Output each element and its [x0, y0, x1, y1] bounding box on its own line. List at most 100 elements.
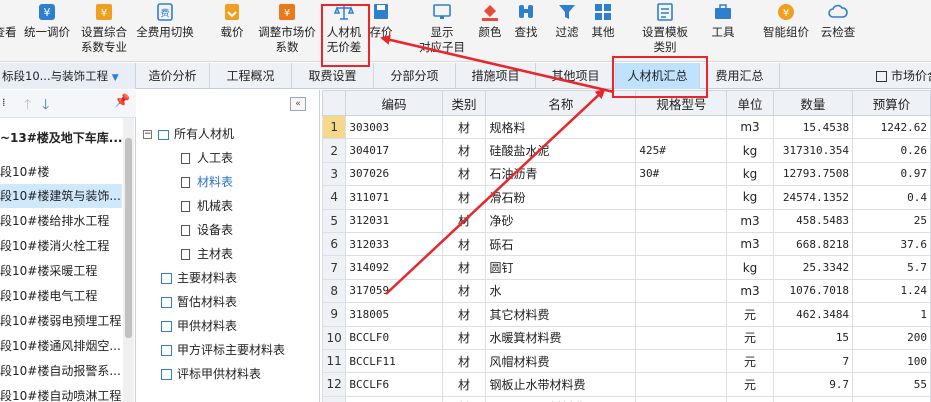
list-item[interactable]: 段10#楼 — [0, 160, 122, 184]
table-row[interactable]: 1 303003 材规格料 m3 15.4538 1242.62 — [322, 114, 931, 140]
quantity-cell[interactable]: 458.5483 — [772, 208, 854, 233]
tree-node-main-material[interactable]: 主材表 — [181, 243, 233, 265]
tab-other-items[interactable]: 其他项目 — [536, 63, 616, 89]
collapse-panel-button[interactable]: « — [290, 97, 306, 111]
quantity-cell[interactable]: 25.3342 — [772, 255, 854, 280]
tree-group-owner-supplied[interactable]: 甲供材料表 — [161, 315, 237, 337]
row-number-cell[interactable]: 7 — [322, 255, 347, 280]
find-button[interactable]: 查找 — [510, 0, 542, 60]
name-cell[interactable]: 水暖箕材料费 — [485, 325, 637, 350]
list-item[interactable]: 段10#楼自动报警系... — [0, 359, 122, 383]
spec-cell[interactable] — [635, 302, 728, 327]
row-number-cell[interactable]: 4 — [322, 185, 347, 210]
code-cell[interactable]: 318005 — [345, 302, 443, 327]
spec-cell[interactable] — [635, 185, 728, 210]
arrow-up-icon[interactable]: 🡑 — [24, 94, 31, 118]
name-cell[interactable]: 硅酸盐水泥 — [485, 138, 637, 163]
code-cell[interactable]: 317059 — [345, 278, 443, 304]
row-number-cell[interactable]: 6 — [322, 231, 347, 257]
code-cell[interactable]: 307026 — [345, 161, 443, 187]
quantity-cell[interactable]: 1 — [772, 395, 854, 402]
column-header-quantity[interactable]: 数量 — [772, 90, 854, 116]
pin-icon[interactable]: 📌 — [114, 94, 130, 109]
row-number-cell[interactable]: 12 — [322, 372, 347, 397]
name-cell[interactable]: 规格料 — [485, 114, 637, 140]
name-cell[interactable]: 风帽材料费 — [485, 348, 637, 374]
list-item[interactable]: 段10#楼电气工程 — [0, 284, 122, 308]
row-number-cell[interactable]: 3 — [322, 161, 347, 187]
table-row[interactable]: 11 BCCLF11 材风帽材料费 元 7 100 — [322, 348, 931, 374]
arrow-down-icon[interactable]: 🡓 — [42, 94, 49, 118]
name-cell[interactable]: 钢板止水带材料费 — [485, 372, 637, 397]
unit-cell[interactable]: kg — [726, 255, 774, 280]
list-item[interactable]: 段10#楼自动喷淋工程 — [0, 384, 122, 402]
unit-cell[interactable]: 元 — [726, 325, 774, 350]
table-row[interactable]: 3 307026 材石油沥青 30# kg 12793.7508 0.97 — [322, 161, 931, 187]
quantity-cell[interactable]: 317310.354 — [772, 138, 854, 163]
quantity-cell[interactable]: 15.4538 — [772, 114, 854, 140]
set-coefficient-button[interactable]: ¥ 设置综合 系数专业 — [76, 0, 132, 60]
budget-price-cell[interactable]: 25 — [852, 208, 931, 233]
list-item[interactable]: ~13#楼及地下车库... — [0, 126, 122, 150]
quantity-cell[interactable]: 1076.7018 — [772, 278, 854, 304]
budget-price-cell[interactable]: 1 — [852, 302, 931, 327]
unit-cell[interactable]: kg — [726, 185, 774, 210]
category-cell[interactable]: 材 — [441, 208, 487, 233]
name-cell[interactable]: 屋面上人孔材料费 — [485, 395, 637, 402]
list-item[interactable]: 段10#楼采暖工程 — [0, 259, 122, 283]
tab-fee-summary[interactable]: 费用汇总 — [700, 63, 780, 89]
unit-cell[interactable]: 元 — [726, 372, 774, 397]
spec-cell[interactable]: 30# — [635, 161, 728, 187]
tab-project-overview[interactable]: 工程概况 — [210, 63, 292, 89]
tree-node-material[interactable]: 材料表 — [181, 171, 233, 193]
budget-price-cell[interactable]: 150 — [852, 395, 931, 402]
list-item[interactable]: 段10#楼给排水工程 — [0, 209, 122, 233]
tree-group-owner-bid-main[interactable]: 甲方评标主要材料表 — [161, 339, 285, 361]
unit-cell[interactable]: m3 — [726, 114, 774, 140]
code-cell[interactable]: BCCLF0 — [345, 325, 443, 350]
show-sub-item-button[interactable]: 显示 对应子目 — [412, 0, 472, 60]
unit-cell[interactable]: m3 — [726, 208, 774, 233]
quantity-cell[interactable]: 9.7 — [772, 372, 854, 397]
code-cell[interactable]: 312031 — [345, 208, 443, 233]
quantity-cell[interactable]: 462.3484 — [772, 302, 854, 327]
name-cell[interactable]: 其它材料费 — [485, 302, 637, 327]
row-number-cell[interactable]: 5 — [322, 208, 347, 233]
budget-price-cell[interactable]: 1242.62 — [852, 114, 931, 140]
list-item[interactable]: 段10#楼消火栓工程 — [0, 234, 122, 258]
row-number-cell[interactable]: 11 — [322, 348, 347, 374]
category-cell[interactable]: 材 — [441, 325, 487, 350]
project-selector[interactable]: 标段10...与装饰工程 ▼ — [0, 63, 136, 89]
table-row[interactable]: 13BCCLF3材屋面上人孔材料费 元1150 — [322, 395, 931, 402]
code-cell[interactable]: BCCLF6 — [345, 372, 443, 397]
filter-button[interactable]: 过滤 — [550, 0, 584, 60]
name-cell[interactable]: 净砂 — [485, 208, 637, 233]
budget-price-cell[interactable]: 1.24 — [852, 278, 931, 304]
table-row[interactable]: 2 304017 材硅酸盐水泥 425# kg 317310.354 0.26 — [322, 138, 931, 163]
tree-node-labor[interactable]: 人工表 — [181, 147, 233, 169]
list-item[interactable]: 段10#楼弱电预埋工程 — [0, 309, 122, 333]
unit-cell[interactable]: 元 — [726, 348, 774, 374]
row-number-cell[interactable]: 9 — [322, 302, 347, 327]
category-cell[interactable]: 材 — [441, 161, 487, 187]
cloud-check-button[interactable]: 云检查 — [816, 0, 860, 60]
quantity-cell[interactable]: 7 — [772, 348, 854, 374]
table-row[interactable]: 10 BCCLF0 材水暖箕材料费 元 15 200 — [322, 325, 931, 350]
load-price-button[interactable]: 载价 — [212, 0, 252, 60]
spec-cell[interactable] — [635, 372, 728, 397]
smart-pricing-button[interactable]: ¥ 智能组价 — [758, 0, 814, 60]
color-button[interactable]: 颜色 — [474, 0, 506, 60]
table-row[interactable]: 5 312031 材净砂 m3 458.5483 25 — [322, 208, 931, 233]
row-number-cell[interactable]: 10 — [322, 325, 347, 350]
table-row[interactable]: 4 311071 材滑石粉 kg 24574.1352 0.4 — [322, 185, 931, 210]
tree-node-equipment[interactable]: 设备表 — [181, 219, 233, 241]
unified-price-adjust-button[interactable]: ¥ 统一调价 — [20, 0, 74, 60]
category-cell[interactable]: 材 — [441, 255, 487, 280]
name-cell[interactable]: 砾石 — [485, 231, 637, 257]
quantity-cell[interactable]: 24574.1352 — [772, 185, 854, 210]
column-header-unit[interactable]: 单位 — [726, 90, 774, 116]
code-cell[interactable]: 311071 — [345, 185, 443, 210]
unit-cell[interactable]: m3 — [726, 231, 774, 257]
other-button[interactable]: 其他 — [586, 0, 620, 60]
column-header-budget-price[interactable]: 预算价 — [852, 90, 931, 116]
